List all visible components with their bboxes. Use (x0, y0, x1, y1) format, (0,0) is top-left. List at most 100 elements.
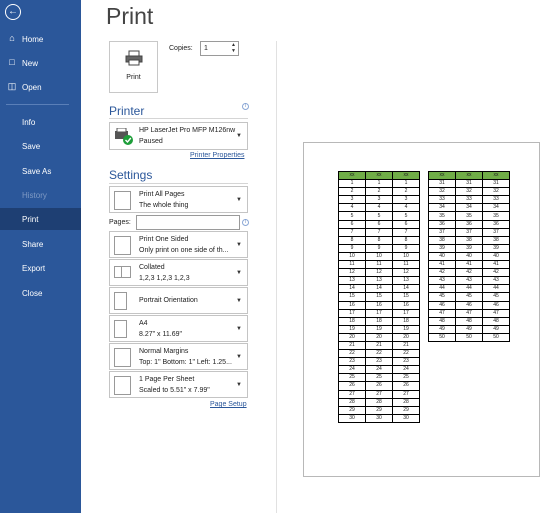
nav-print[interactable]: Print (0, 208, 81, 230)
table-cell: 16 (338, 300, 366, 310)
table-cell: 50 (482, 332, 510, 342)
table-row: 27 27 27 (338, 389, 420, 399)
paper-size-dropdown[interactable]: A4 8.27" x 11.69" ▼ (109, 315, 248, 342)
table-cell: 27 (365, 389, 393, 399)
settings-heading: Settings (109, 168, 153, 182)
table-header-row: xx xx xx (428, 170, 510, 181)
table-row: 333 (338, 195, 420, 205)
table-row: 14 14 14 (338, 284, 420, 294)
table-cell: 3 (365, 195, 393, 205)
table-row: 48 48 48 (428, 316, 510, 326)
table-cell: 26 (338, 381, 366, 391)
nav-info[interactable]: Info (0, 111, 81, 133)
margins-line2: Top: 1" Bottom: 1" Left: 1.25... (139, 359, 232, 366)
spin-down-icon[interactable]: ▼ (231, 49, 236, 54)
print-range-dropdown[interactable]: Print All Pages The whole thing ▼ (109, 186, 248, 213)
table-cell: 6 (392, 219, 420, 229)
table-row: 29 29 29 (338, 405, 420, 415)
divider (109, 118, 248, 119)
table-cell: 6 (338, 219, 366, 229)
nav-share[interactable]: Share (0, 233, 81, 255)
printer-properties-link[interactable]: Printer Properties (190, 152, 244, 159)
table-row: 444 (338, 203, 420, 213)
table-cell: 10 (392, 251, 420, 262)
table-cell: 5 (392, 211, 420, 221)
nav-export[interactable]: Export (0, 257, 81, 279)
divider (109, 183, 248, 184)
table-cell: 4 (365, 203, 393, 213)
nav-close[interactable]: Close (0, 282, 81, 304)
table-cell: 4 (338, 203, 366, 213)
page-setup-link[interactable]: Page Setup (210, 401, 247, 408)
table-cell: 48 (428, 316, 456, 326)
table-row: 43 43 43 (428, 276, 510, 286)
table-row: 31 31 31 (428, 179, 510, 189)
nav-print-label: Print (22, 214, 39, 224)
orientation-dropdown[interactable]: Portrait Orientation ▼ (109, 287, 248, 314)
collation-dropdown[interactable]: Collated 1,2,3 1,2,3 1,2,3 ▼ (109, 259, 248, 286)
preview-table-1: xx xx xx 1 1 1 2 2 2 3 3 3 4 4 4 5 5 5 6 6 6 7 7 7 8 8 8 9 9 9 10 10… (338, 170, 420, 423)
table-cell: 7 (392, 227, 420, 237)
nav-open[interactable]: ◫ Open (0, 76, 81, 98)
nav-close-label: Close (22, 288, 43, 298)
sides-dropdown[interactable]: Print One Sided Only print on one side o… (109, 231, 248, 258)
nav-new[interactable]: □ New (0, 52, 81, 74)
table-cell: 39 (482, 243, 510, 253)
copies-input[interactable]: 1 ▲ ▼ (200, 41, 239, 56)
info-icon[interactable]: i (242, 103, 249, 110)
table-cell: 9 (365, 243, 393, 253)
table-row: 555 (338, 211, 420, 221)
table-cell: 19 (365, 324, 393, 334)
table-cell: 49 (428, 324, 456, 334)
table-cell: 3 (338, 195, 366, 205)
table-cell: 34 (482, 203, 510, 213)
table-cell: 35 (428, 211, 456, 221)
pages-per-sheet-dropdown[interactable]: 1 Page Per Sheet Scaled to 5.51" x 7.99"… (109, 371, 248, 398)
table-cell: 43 (428, 276, 456, 286)
table-row: 10 10 10 (338, 251, 420, 262)
table-cell: 24 (365, 365, 393, 375)
table-cell: 20 (365, 332, 393, 342)
table-cell: 30 (338, 413, 366, 423)
table-cell: 45 (428, 292, 456, 302)
table-cell: 46 (482, 300, 510, 310)
table-cell: 31 (455, 179, 483, 189)
table-cell: 49 (455, 324, 483, 334)
pages-input[interactable] (136, 215, 240, 230)
table-cell: 38 (455, 235, 483, 245)
nav-home[interactable]: ⌂ Home (0, 28, 81, 50)
table-cell: 8 (365, 235, 393, 245)
table-cell: 47 (428, 308, 456, 318)
table-cell: 11 (338, 260, 366, 270)
print-button[interactable]: Print (109, 41, 158, 93)
print-button-label: Print (126, 74, 141, 81)
nav-save[interactable]: Save (0, 135, 81, 157)
printer-icon (125, 50, 143, 66)
table-cell: 15 (365, 292, 393, 302)
table-cell: 2 (365, 187, 393, 197)
info-icon[interactable]: i (242, 219, 249, 226)
table-cell: 2 (392, 187, 420, 197)
table-row: 22 22 22 (338, 349, 420, 359)
back-arrow-icon[interactable]: ← (5, 4, 21, 20)
table-header-cell: xx (338, 170, 366, 181)
pages-icon (114, 191, 131, 210)
table-cell: 25 (392, 373, 420, 383)
margins-dropdown[interactable]: Normal Margins Top: 1" Bottom: 1" Left: … (109, 343, 248, 370)
printer-dropdown[interactable]: HP LaserJet Pro MFP M126nw Paused ▼ (109, 122, 248, 150)
table-cell: 1 (392, 179, 420, 189)
table-cell: 36 (428, 219, 456, 229)
table-cell: 24 (392, 365, 420, 375)
nav-new-label: New (22, 58, 39, 68)
page-title: Print (106, 3, 154, 29)
table-cell: 41 (482, 260, 510, 270)
table-cell: 28 (365, 397, 393, 407)
table-cell: 40 (428, 251, 456, 262)
table-cell: 20 (392, 332, 420, 342)
table-cell: 7 (338, 227, 366, 237)
table-cell: 22 (338, 349, 366, 359)
table-cell: 24 (338, 365, 366, 375)
table-cell: 30 (392, 413, 420, 423)
nav-save-as[interactable]: Save As (0, 160, 81, 182)
table-row: 23 23 23 (338, 357, 420, 367)
